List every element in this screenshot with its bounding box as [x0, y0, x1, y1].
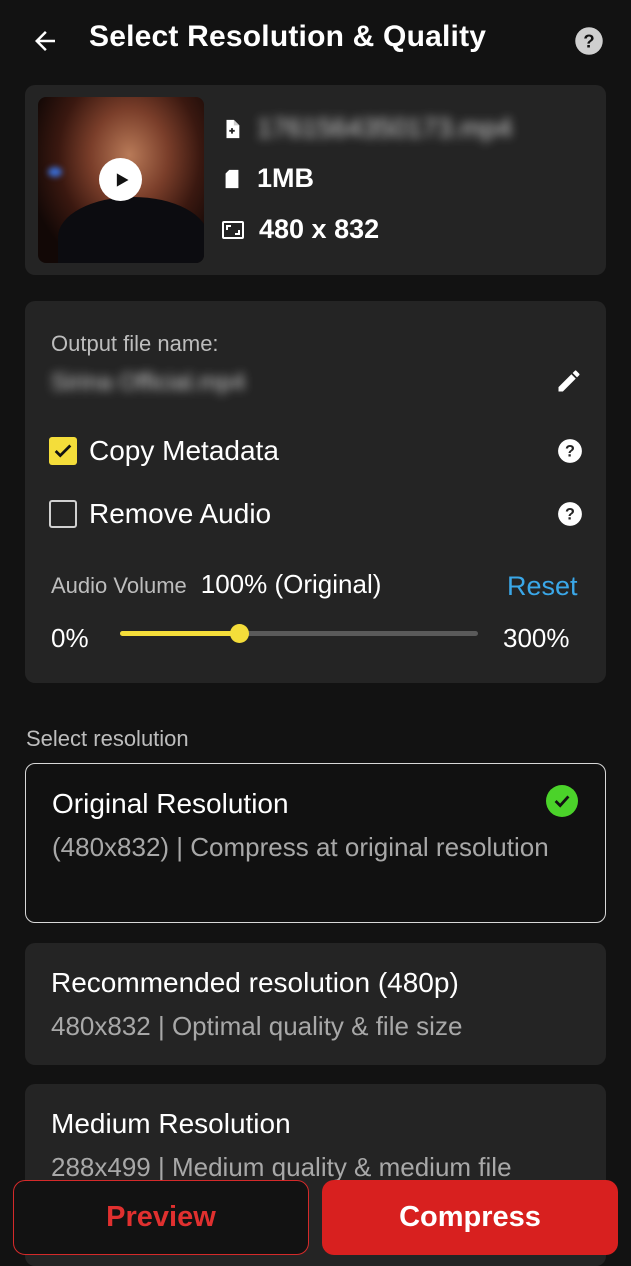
resolution-description: (480x832) | Compress at original resolut… [52, 832, 549, 862]
file-icon [226, 119, 240, 138]
copy-metadata-toggle[interactable]: Copy Metadata [49, 435, 279, 467]
reset-volume-button[interactable]: Reset [507, 571, 578, 602]
file-dimensions-row: 480 x 832 [221, 214, 379, 245]
resolution-option-recommended[interactable]: Recommended resolution (480p) 480x832 | … [25, 943, 606, 1065]
copy-metadata-help[interactable]: ? [557, 438, 583, 464]
file-size: 1MB [257, 163, 315, 193]
copy-metadata-label: Copy Metadata [89, 435, 279, 466]
page-title: Select Resolution & Quality [89, 20, 487, 53]
pencil-icon [558, 370, 580, 392]
app-header: Select Resolution & Quality ? [0, 0, 631, 82]
play-button[interactable] [99, 158, 142, 201]
checkmark-icon [54, 444, 72, 458]
remove-audio-help[interactable]: ? [557, 501, 583, 527]
thumbnail-light [48, 167, 62, 177]
options-card: Output file name: Sirina Official.mp4 Co… [25, 301, 606, 683]
select-resolution-label: Select resolution [26, 726, 189, 751]
help-icon: ? [575, 27, 603, 55]
sd-card-icon [225, 169, 239, 188]
compress-button[interactable]: Compress [322, 1180, 618, 1255]
help-button[interactable]: ? [574, 26, 604, 56]
audio-volume-label: Audio Volume [51, 573, 187, 598]
aspect-ratio-icon [222, 220, 244, 239]
slider-max-label: 300% [503, 623, 570, 653]
resolution-title: Original Resolution [52, 788, 289, 819]
file-size-row: 1MB [221, 163, 314, 194]
copy-metadata-checkbox[interactable] [49, 437, 77, 465]
video-thumbnail[interactable] [38, 97, 204, 263]
volume-slider-thumb[interactable] [230, 624, 250, 643]
file-name: 1761564350173.mp4 [257, 113, 513, 143]
output-file-label: Output file name: [51, 331, 219, 356]
resolution-title: Recommended resolution (480p) [51, 967, 459, 998]
file-name-row: 1761564350173.mp4 [221, 113, 512, 144]
audio-volume-row: Audio Volume 100% (Original) [51, 569, 381, 600]
play-icon [116, 172, 128, 187]
preview-button[interactable]: Preview [13, 1180, 309, 1255]
edit-filename-button[interactable] [555, 367, 585, 397]
volume-slider[interactable] [120, 624, 478, 643]
arrow-left-icon [35, 31, 55, 51]
file-info-card: 1761564350173.mp4 1MB 480 x 832 [25, 85, 606, 275]
resolution-description: 480x832 | Optimal quality & file size [51, 1011, 463, 1041]
checkmark-icon [554, 795, 570, 808]
selected-check-icon [546, 785, 578, 817]
volume-slider-fill [120, 631, 240, 636]
help-icon: ? [558, 439, 582, 463]
slider-min-label: 0% [51, 623, 89, 653]
output-file-name[interactable]: Sirina Official.mp4 [51, 369, 245, 397]
svg-text:?: ? [565, 442, 575, 460]
resolution-option-original[interactable]: Original Resolution (480x832) | Compress… [25, 763, 606, 923]
svg-text:?: ? [583, 30, 594, 51]
resolution-title: Medium Resolution [51, 1108, 291, 1139]
help-icon: ? [558, 502, 582, 526]
back-button[interactable] [26, 22, 64, 60]
remove-audio-label: Remove Audio [89, 498, 272, 529]
remove-audio-toggle[interactable]: Remove Audio [49, 498, 271, 530]
audio-volume-value: 100% (Original) [200, 569, 382, 599]
svg-text:?: ? [565, 505, 575, 523]
file-dimensions: 480 x 832 [259, 214, 380, 244]
thumbnail-shirt [58, 197, 204, 263]
remove-audio-checkbox[interactable] [49, 500, 77, 528]
